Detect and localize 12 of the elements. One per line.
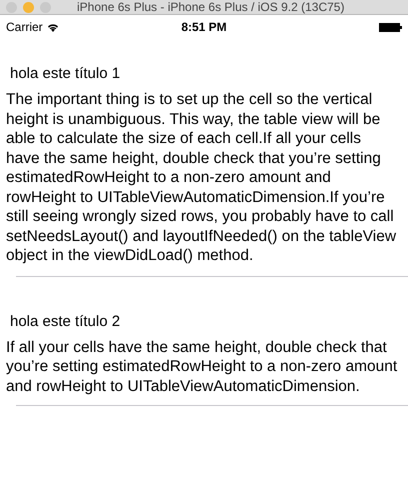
battery-icon [379, 22, 402, 32]
cell-title: hola este título 1 [10, 65, 122, 82]
minimize-button[interactable] [23, 2, 34, 12]
cell-body-text: The important thing is to set up the cell so the vertical height is unambiguous. This way, the table view will be able to calculate the size of each cell.If all your cells have the same height, double check that you’re setting estimatedRowHeight to a non-zero amount and rowHeight to UITableViewAutomaticDimension.If you’re still seeing wrongly sized rows, you probably have to call setNeedsLayout() and layoutIfNeeded() on the tableView object in the viewDidLoad() method. [6, 90, 398, 266]
wifi-icon [46, 22, 59, 32]
cell-body-text: If all your cells have the same height, double check that you’re setting estimatedRowHeight to a non-zero amount and rowHeight to UITableViewAutomaticDimension. [6, 338, 398, 396]
zoom-button[interactable] [40, 2, 51, 12]
window-title: iPhone 6s Plus - iPhone 6s Plus / iOS 9.2 (13C75) [77, 0, 344, 14]
cell-title: hola este título 2 [10, 312, 122, 330]
close-button[interactable] [6, 2, 17, 12]
carrier-label: Carrier [6, 20, 43, 34]
status-time: 8:51 PM [181, 20, 227, 34]
